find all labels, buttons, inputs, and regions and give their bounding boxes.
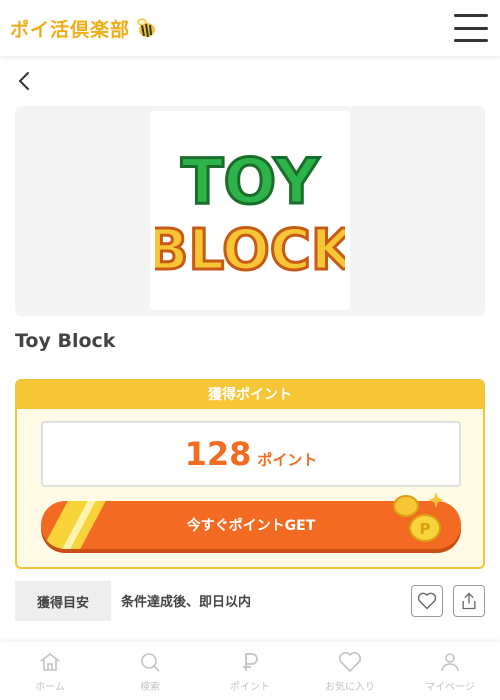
coins-icon: P <box>393 492 444 542</box>
site-logo[interactable]: ポイ活倶楽部 <box>10 15 158 42</box>
share-icon <box>462 592 476 610</box>
favorite-button[interactable] <box>411 585 443 617</box>
get-points-label: 今すぐポイントGET <box>186 518 316 534</box>
hamburger-menu-icon[interactable] <box>454 14 488 42</box>
search-icon <box>141 653 160 672</box>
svg-text:BLOCK: BLOCK <box>155 218 345 281</box>
svg-text:TOY: TOY <box>181 145 320 218</box>
app-icon: TOY BLOCK <box>150 111 350 310</box>
nav-mypage[interactable]: マイページ <box>400 642 500 700</box>
app-title: Toy Block <box>15 330 116 352</box>
header: ポイ活倶楽部 <box>0 0 500 56</box>
point-icon <box>243 653 258 671</box>
person-icon <box>441 653 459 672</box>
svg-text:P: P <box>420 520 431 538</box>
nav-label: マイページ <box>425 682 475 693</box>
app-image-area: TOY BLOCK <box>15 106 485 316</box>
share-button[interactable] <box>453 585 485 617</box>
nav-label: ホーム <box>35 682 65 693</box>
bee-icon <box>137 18 156 38</box>
nav-label: お気に入り <box>325 682 375 693</box>
nav-label: 検索 <box>140 682 160 693</box>
heart-icon <box>417 592 437 610</box>
bottom-navigation: ホーム 検索 ポイント お気に入り マイページ <box>0 642 500 700</box>
point-value-box: 128 ポイント <box>41 421 461 487</box>
nav-favorites[interactable]: お気に入り <box>300 642 400 700</box>
point-value: 128 <box>184 435 252 473</box>
nav-points[interactable]: ポイント <box>200 642 300 700</box>
heart-icon <box>339 652 361 672</box>
nav-home[interactable]: ホーム <box>0 642 100 700</box>
nav-label: ポイント <box>230 682 270 693</box>
home-icon <box>40 652 60 671</box>
estimate-text: 条件達成後、即日以内 <box>121 595 252 610</box>
estimate-label: 獲得目安 <box>15 581 111 621</box>
toy-block-logo: TOY BLOCK <box>155 143 345 281</box>
nav-search[interactable]: 検索 <box>100 642 200 700</box>
point-unit: ポイント <box>257 450 318 469</box>
logo-text: ポイ活倶楽部 <box>10 18 131 41</box>
point-heading: 獲得ポイント <box>17 381 483 409</box>
back-arrow-icon[interactable] <box>14 70 36 92</box>
